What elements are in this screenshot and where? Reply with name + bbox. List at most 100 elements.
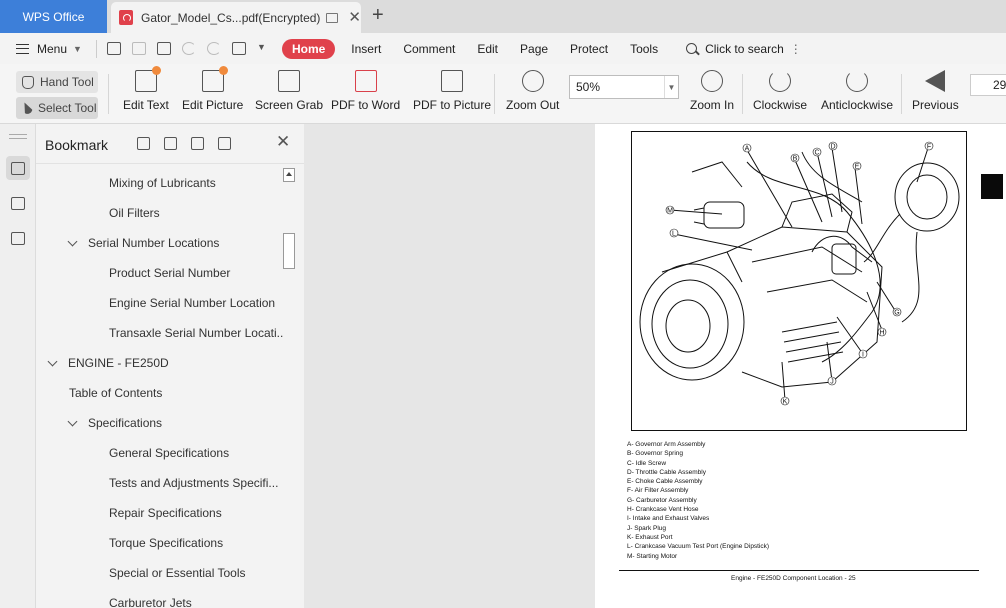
open-icon[interactable] xyxy=(106,42,121,55)
edit-text-icon xyxy=(134,66,161,92)
hand-tool-button[interactable]: Hand Tool xyxy=(16,71,98,93)
thumbnail-panel-button[interactable] xyxy=(6,191,30,215)
tab-page[interactable]: Page xyxy=(520,42,548,56)
bookmark-item[interactable]: Table of Contents xyxy=(69,378,162,408)
bookmark-item[interactable]: Serial Number Locations xyxy=(67,228,220,258)
more-options-icon[interactable]: ⋮ xyxy=(790,42,802,56)
redo-icon[interactable] xyxy=(206,42,221,55)
expand-all-icon[interactable] xyxy=(137,137,150,150)
chevron-down-icon[interactable] xyxy=(67,236,78,246)
undo-icon[interactable] xyxy=(181,42,196,55)
menu-button[interactable]: Menu ▼ xyxy=(16,42,82,56)
collapse-all-icon[interactable] xyxy=(164,137,177,150)
bookmark-panel-button[interactable] xyxy=(6,156,30,180)
legend-item: M- Starting Motor xyxy=(627,552,678,560)
pdf-icon xyxy=(119,10,133,25)
bookmark-item[interactable]: Tests and Adjustments Specifi... xyxy=(109,468,278,498)
attachment-icon xyxy=(11,231,25,245)
search-box[interactable]: Click to search ⋮ xyxy=(686,42,802,56)
close-panel-icon[interactable]: ✕ xyxy=(276,133,290,150)
bookmark-item[interactable]: Torque Specifications xyxy=(109,528,223,558)
pdf-to-word-icon xyxy=(354,70,377,92)
tab-insert[interactable]: Insert xyxy=(351,42,381,56)
chevron-down-icon[interactable] xyxy=(47,356,58,366)
legend-item: A- Governor Arm Assembly xyxy=(627,441,706,448)
screen-grab-button[interactable]: Screen Grab xyxy=(255,70,323,112)
bookmark-item[interactable]: Oil Filters xyxy=(109,198,160,228)
new-tab-button[interactable]: + xyxy=(372,5,384,25)
tab-comment[interactable]: Comment xyxy=(403,42,455,56)
side-rail xyxy=(0,124,36,608)
select-tool-label: Select Tool xyxy=(38,101,97,115)
edit-picture-label: Edit Picture xyxy=(182,98,244,112)
legend-item: B- Governor Spring xyxy=(627,450,683,458)
export-icon[interactable] xyxy=(231,42,246,55)
customize-dropdown-icon[interactable]: ▼ xyxy=(257,42,266,55)
window-mode-icon[interactable] xyxy=(326,12,339,23)
tab-protect[interactable]: Protect xyxy=(570,42,608,56)
bookmark-item[interactable]: Specifications xyxy=(67,408,162,438)
page-footer: Engine - FE250D Component Location - 25 xyxy=(731,575,856,582)
bookmark-scrollbar[interactable] xyxy=(282,168,296,608)
print-icon[interactable] xyxy=(156,42,171,55)
bookmark-item-label: Oil Filters xyxy=(109,206,160,220)
bookmark-item-label: Engine Serial Number Location xyxy=(109,296,276,310)
select-tool-button[interactable]: Select Tool xyxy=(16,97,98,119)
bookmark-item[interactable]: Transaxle Serial Number Locati.. xyxy=(109,318,283,348)
scroll-marker xyxy=(981,174,1003,199)
previous-page-label: Previous xyxy=(912,98,959,112)
add-bookmark-icon[interactable] xyxy=(191,137,204,150)
bookmark-item[interactable]: Engine Serial Number Location xyxy=(109,288,275,318)
bookmark-item[interactable]: Repair Specifications xyxy=(109,498,222,528)
hand-icon xyxy=(22,75,34,89)
anticlockwise-button[interactable]: Anticlockwise xyxy=(821,70,893,112)
callout-label: I xyxy=(862,352,864,359)
page-number-input[interactable]: 29 xyxy=(970,74,1006,96)
document-tab[interactable]: Gator_Model_Cs...pdf(Encrypted) ✕ xyxy=(111,2,361,33)
clockwise-button[interactable]: Clockwise xyxy=(753,70,807,112)
scrollbar-thumb[interactable] xyxy=(283,233,295,269)
arrow-left-icon xyxy=(925,70,946,92)
bookmark-item-label: Transaxle Serial Number Locati.. xyxy=(109,326,284,340)
callout-label: D xyxy=(830,144,835,151)
callout-label: C xyxy=(814,150,819,157)
legend-item: L- Crankcase Vacuum Test Port (Engine Di… xyxy=(627,543,770,551)
bookmark-item-label: Serial Number Locations xyxy=(88,236,220,250)
tab-tools[interactable]: Tools xyxy=(630,42,658,56)
delete-bookmark-icon[interactable] xyxy=(218,137,231,150)
edit-picture-button[interactable]: Edit Picture xyxy=(182,66,244,112)
bookmark-item[interactable]: Product Serial Number xyxy=(109,258,230,288)
bookmark-item[interactable]: Mixing of Lubricants xyxy=(109,168,216,198)
bookmark-item[interactable]: ENGINE - FE250D xyxy=(47,348,169,378)
page-number-value: 29 xyxy=(993,78,1006,92)
bookmark-item-label: Torque Specifications xyxy=(109,536,224,550)
tab-edit[interactable]: Edit xyxy=(477,42,498,56)
chevron-down-icon[interactable] xyxy=(67,416,78,426)
bookmark-item-label: Repair Specifications xyxy=(109,506,222,520)
engine-diagram-figure: A B C D E F G H I J K L M xyxy=(631,131,967,431)
save-icon[interactable] xyxy=(131,42,146,55)
zoom-out-button[interactable]: Zoom Out xyxy=(506,70,559,112)
app-tab[interactable]: WPS Office xyxy=(0,0,107,33)
document-viewport[interactable]: A B C D E F G H I J K L M A- Governor Ar… xyxy=(304,124,1006,608)
pdf-to-word-button[interactable]: PDF to Word xyxy=(331,70,400,112)
bookmark-panel-header: Bookmark ✕ xyxy=(36,124,304,164)
zoom-level-select[interactable]: 50% ▼ xyxy=(569,75,679,99)
tab-home[interactable]: Home xyxy=(281,38,336,59)
previous-page-button[interactable]: Previous xyxy=(912,70,959,112)
pdf-to-picture-button[interactable]: PDF to Picture xyxy=(413,70,491,112)
pdf-page: A B C D E F G H I J K L M A- Governor Ar… xyxy=(595,124,1006,608)
close-tab-icon[interactable]: ✕ xyxy=(348,10,361,25)
scroll-up-icon[interactable] xyxy=(283,168,295,182)
bookmark-item[interactable]: Special or Essential Tools xyxy=(109,558,246,588)
bookmark-item[interactable]: Carburetor Jets xyxy=(109,588,192,608)
attachment-panel-button[interactable] xyxy=(6,226,30,250)
bookmark-item-label: ENGINE - FE250D xyxy=(68,356,169,370)
edit-text-button[interactable]: Edit Text xyxy=(123,66,169,112)
rotate-anticlockwise-icon xyxy=(846,70,869,92)
legend-item: F- Air Filter Assembly xyxy=(627,487,689,495)
bookmark-item[interactable]: General Specifications xyxy=(109,438,229,468)
legend-item: G- Carburetor Assembly xyxy=(627,496,697,504)
zoom-in-button[interactable]: Zoom In xyxy=(690,70,734,112)
callout-label: J xyxy=(830,379,834,386)
